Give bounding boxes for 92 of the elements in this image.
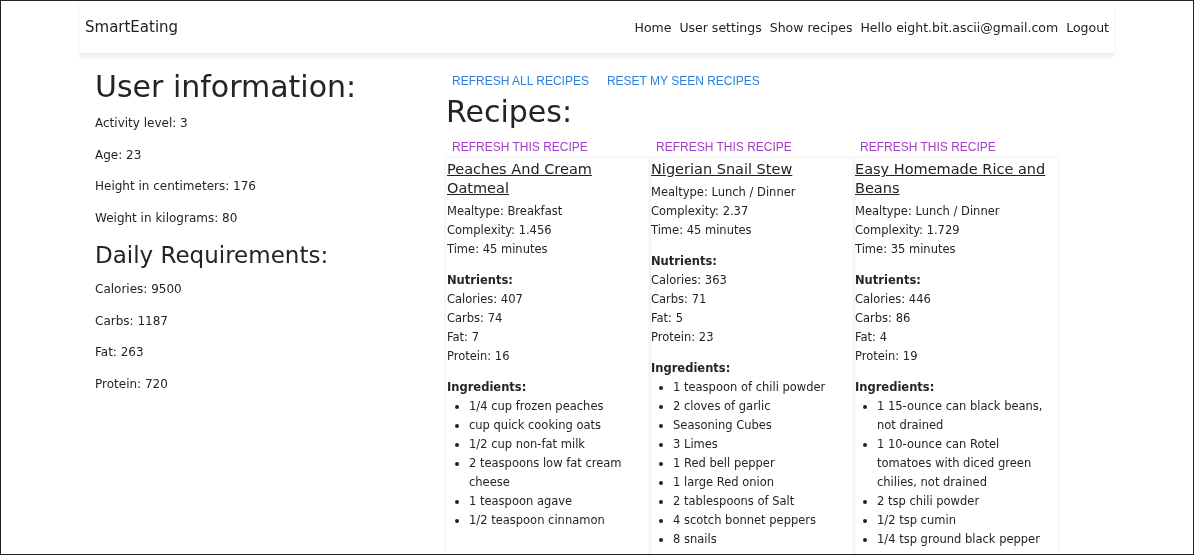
bullet-icon <box>659 424 663 428</box>
user-field: Height in centimeters: 176 <box>95 177 446 197</box>
recipe-title-link[interactable]: Peaches And Cream Oatmeal <box>447 160 649 198</box>
action-button[interactable]: REFRESH ALL RECIPES <box>446 72 595 90</box>
nav-link[interactable]: User settings <box>679 19 762 35</box>
ingredient-item: 2 cloves of garlic <box>673 398 771 415</box>
action-button[interactable]: RESET MY SEEN RECIPES <box>600 72 766 90</box>
requirement-field: Fat: 263 <box>95 343 446 363</box>
refresh-recipe-button[interactable]: REFRESH THIS RECIPE <box>446 138 594 156</box>
bullet-icon <box>455 424 459 428</box>
requirement-field: Carbs: 1187 <box>95 311 446 331</box>
bullet-icon <box>659 462 663 466</box>
recipe-detail: Time: 45 minutes <box>447 241 549 258</box>
ingredient-item: 1/4 tsp ground black pepper <box>877 531 1040 548</box>
nutrient-value: Carbs: 86 <box>855 310 912 327</box>
requirement-field: Calories: 9500 <box>95 280 446 300</box>
ingredient-item: 1 teaspoon of chili powder <box>673 379 826 396</box>
bullet-icon <box>659 519 663 523</box>
recipes-title: Recipes: <box>446 94 574 130</box>
bullet-icon <box>455 405 459 409</box>
recipe-detail: Time: 35 minutes <box>855 241 957 258</box>
bullet-icon <box>659 386 663 390</box>
nav-link[interactable]: Show recipes <box>769 19 853 35</box>
nutrient-value: Protein: 23 <box>651 329 715 346</box>
bullet-icon <box>455 500 459 504</box>
ingredient-item: Seasoning Cubes <box>673 417 772 434</box>
ingredients-heading: Ingredients: <box>855 379 936 396</box>
requirement-field: Protein: 720 <box>95 374 446 394</box>
ingredients-heading: Ingredients: <box>447 379 528 396</box>
nav-link[interactable]: Hello eight.bit.ascii@gmail.com <box>860 19 1059 35</box>
section-title: Daily Requirements: <box>95 241 330 270</box>
recipe-detail: Complexity: 2.37 <box>651 203 750 220</box>
bullet-icon <box>659 405 663 409</box>
bullet-icon <box>455 462 459 466</box>
bullet-icon <box>863 443 867 447</box>
nutrient-value: Fat: 4 <box>855 329 888 346</box>
ingredient-item: 1/2 cup non-fat milk <box>469 436 585 453</box>
nutrient-value: Carbs: 71 <box>651 291 708 308</box>
ingredient-item: 3 Limes <box>673 436 718 453</box>
ingredient-item: 1 large Red onion <box>673 474 775 491</box>
nutrient-value: Fat: 5 <box>651 310 684 327</box>
ingredient-item: 1/4 cup frozen peaches <box>469 398 604 415</box>
recipe-detail: Mealtype: Lunch / Dinner <box>855 203 1001 220</box>
ingredient-item: 1 15-ounce can black beans, not drained <box>877 398 1044 434</box>
ingredient-item: 2 tsp chili powder <box>877 493 980 510</box>
nav-link[interactable]: Home <box>634 19 672 35</box>
bullet-icon <box>863 405 867 409</box>
nutrient-value: Calories: 363 <box>651 272 728 289</box>
nutrient-value: Protein: 16 <box>447 348 511 365</box>
ingredient-item: 1 10-ounce can Rotel tomatoes with diced green chilies, not drained <box>877 436 1033 491</box>
user-field: Activity level: 3 <box>95 114 446 134</box>
ingredient-item: 4 scotch bonnet peppers <box>673 512 817 529</box>
ingredient-item: 1/2 tsp cumin <box>877 512 956 529</box>
section-title: User information: <box>95 68 358 106</box>
bullet-icon <box>863 500 867 504</box>
user-field: Age: 23 <box>95 145 446 165</box>
ingredient-item: 2 tablespoons of Salt <box>673 493 795 510</box>
ingredient-item: 2 teaspoons low fat cream cheese <box>469 455 623 491</box>
recipe-detail: Time: 45 minutes <box>651 222 753 239</box>
ingredients-heading: Ingredients: <box>651 360 732 377</box>
recipe-detail: Mealtype: Breakfast <box>447 203 564 220</box>
nutrients-heading: Nutrients: <box>651 253 718 270</box>
ingredient-item: 8 snails <box>673 531 717 548</box>
user-field: Weight in kilograms: 80 <box>95 208 446 228</box>
bullet-icon <box>455 443 459 447</box>
recipe-detail: Complexity: 1.729 <box>855 222 961 239</box>
ingredient-item: 1 Red bell pepper <box>673 455 775 472</box>
bullet-icon <box>659 481 663 485</box>
nutrient-value: Fat: 7 <box>447 329 480 346</box>
nutrient-value: Calories: 407 <box>447 291 524 308</box>
recipe-title-link[interactable]: Easy Homemade Rice and Beans <box>855 160 1057 198</box>
nutrients-heading: Nutrients: <box>447 272 514 289</box>
ingredient-item: 1/2 teaspoon cinnamon <box>469 512 605 529</box>
recipe-detail: Mealtype: Lunch / Dinner <box>651 184 797 201</box>
refresh-recipe-button[interactable]: REFRESH THIS RECIPE <box>650 138 798 156</box>
refresh-recipe-button[interactable]: REFRESH THIS RECIPE <box>854 138 1002 156</box>
nav-link[interactable]: Logout <box>1066 19 1109 35</box>
bullet-icon <box>659 443 663 447</box>
nutrients-heading: Nutrients: <box>855 272 922 289</box>
nutrient-value: Carbs: 74 <box>447 310 504 327</box>
nutrient-value: Protein: 19 <box>855 348 919 365</box>
brand-link[interactable]: SmartEating <box>85 18 179 36</box>
ingredient-item: cup quick cooking oats <box>469 417 602 434</box>
recipe-title-link[interactable]: Nigerian Snail Stew <box>651 160 853 179</box>
bullet-icon <box>863 538 867 542</box>
ingredient-item: 1 teaspoon agave <box>469 493 573 510</box>
bullet-icon <box>659 538 663 542</box>
recipe-detail: Complexity: 1.456 <box>447 222 553 239</box>
bullet-icon <box>455 519 459 523</box>
bullet-icon <box>659 500 663 504</box>
nutrient-value: Calories: 446 <box>855 291 932 308</box>
bullet-icon <box>863 519 867 523</box>
